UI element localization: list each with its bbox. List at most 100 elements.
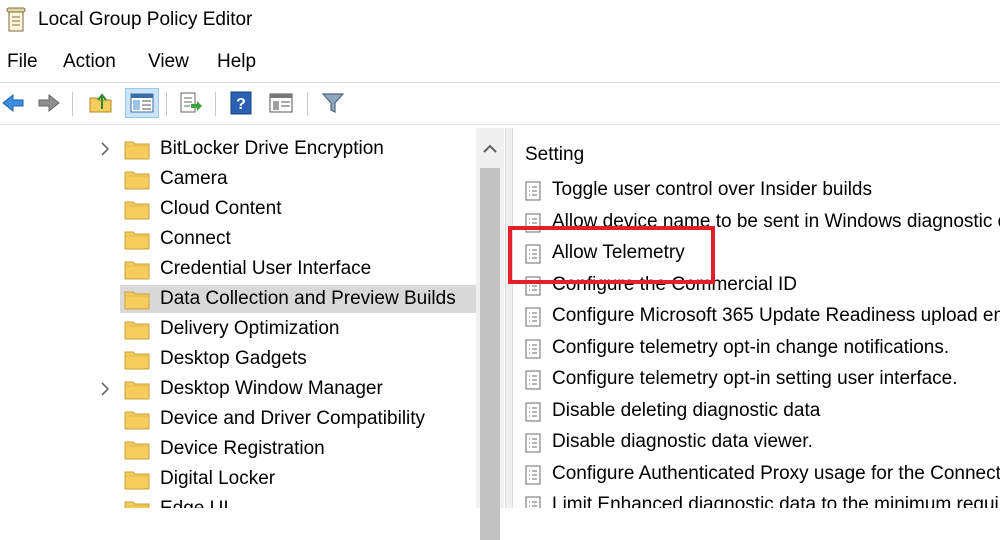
tree-item-label: BitLocker Drive Encryption	[160, 138, 384, 159]
setting-row[interactable]: Configure telemetry opt-in setting user …	[513, 363, 1000, 395]
policy-setting-icon	[525, 465, 541, 484]
help-icon: ?	[230, 91, 252, 115]
folder-icon	[124, 381, 150, 400]
window-title: Local Group Policy Editor	[38, 9, 253, 30]
setting-row[interactable]: Configure telemetry opt-in change notifi…	[513, 332, 1000, 364]
tree-item[interactable]: Device Registration	[0, 434, 476, 464]
setting-label: Disable deleting diagnostic data	[552, 399, 821, 421]
toolbar-separator	[166, 92, 167, 116]
menu-action[interactable]: Action	[63, 47, 116, 77]
show-hide-tree-icon	[130, 93, 154, 113]
setting-label: Limit Enhanced diagnostic data to the mi…	[552, 494, 1000, 508]
setting-label: Configure telemetry opt-in setting user …	[552, 368, 958, 389]
policy-setting-icon	[525, 181, 541, 201]
tree-item-label: Data Collection and Preview Builds	[160, 288, 456, 309]
setting-label: Configure Authenticated Proxy usage for …	[552, 462, 1000, 484]
back-icon	[2, 93, 24, 113]
tree-item-label: Desktop Window Manager	[160, 378, 383, 399]
tree-item[interactable]: Camera	[0, 164, 476, 194]
tree-item-label: Edge UI	[160, 494, 229, 508]
tree-item[interactable]: Delivery Optimization	[0, 314, 476, 344]
folder-icon	[124, 351, 150, 370]
policy-setting-icon	[525, 370, 541, 390]
toolbar-separator	[215, 92, 216, 116]
tree-item-label: Device Registration	[160, 438, 325, 459]
folder-icon	[124, 231, 150, 250]
tree-item[interactable]: Connect	[0, 224, 476, 254]
properties-button[interactable]	[268, 90, 294, 116]
setting-row[interactable]: Disable deleting diagnostic data	[513, 395, 1000, 427]
tree-item-label: Desktop Gadgets	[160, 348, 307, 369]
tree-item[interactable]: Digital Locker	[0, 464, 476, 494]
up-folder-icon	[89, 93, 112, 113]
setting-label: Toggle user control over Insider builds	[552, 179, 873, 200]
setting-column-header[interactable]: Setting	[525, 142, 584, 168]
folder-icon	[124, 141, 150, 160]
setting-row[interactable]: Configure Microsoft 365 Update Readiness…	[513, 300, 1000, 332]
toolbar-separator	[72, 92, 73, 116]
export-list-button[interactable]	[178, 90, 204, 116]
chevron-right-icon[interactable]	[98, 382, 112, 396]
policy-editor-icon	[6, 7, 26, 32]
menu-separator	[0, 82, 1000, 83]
toolbar-separator	[307, 92, 308, 116]
pane-splitter[interactable]	[505, 128, 513, 508]
toolbar: ?	[0, 84, 1000, 122]
properties-icon	[269, 93, 293, 113]
tree-item-label: Digital Locker	[160, 468, 276, 489]
menu-help[interactable]: Help	[217, 47, 256, 77]
tree-item-label: Cloud Content	[160, 198, 282, 219]
back-button[interactable]	[0, 90, 26, 116]
folder-icon	[124, 171, 150, 190]
folder-icon	[124, 411, 150, 430]
setting-label: Configure telemetry opt-in change notifi…	[552, 336, 950, 358]
tree-item[interactable]: Cloud Content	[0, 194, 476, 224]
setting-row[interactable]: Toggle user control over Insider builds	[513, 174, 1000, 206]
setting-row[interactable]: Configure Authenticated Proxy usage for …	[513, 458, 1000, 490]
setting-row[interactable]: Disable diagnostic data viewer.	[513, 426, 1000, 458]
tree-item[interactable]: BitLocker Drive Encryption	[0, 134, 476, 164]
settings-pane: Setting Toggle user control over Insider…	[513, 128, 1000, 508]
title-bar: Local Group Policy Editor	[0, 0, 1000, 40]
tree-item-label: Camera	[160, 168, 228, 189]
folder-icon	[124, 201, 150, 220]
menu-bar: File Action View Help	[0, 47, 1000, 77]
tree-item[interactable]: Desktop Window Manager	[0, 374, 476, 404]
tree-item[interactable]: Data Collection and Preview Builds	[0, 284, 476, 314]
menu-file[interactable]: File	[7, 47, 38, 77]
policy-setting-icon	[525, 433, 541, 453]
policy-setting-icon	[525, 339, 541, 358]
tree-item[interactable]: Edge UI	[0, 494, 476, 508]
help-button[interactable]: ?	[228, 90, 254, 116]
setting-label: Configure Microsoft 365 Update Readiness…	[552, 305, 1000, 326]
folder-icon	[124, 321, 150, 340]
scroll-thumb[interactable]	[480, 168, 500, 540]
folder-icon	[124, 441, 150, 460]
folder-icon	[124, 471, 150, 490]
filter-button[interactable]	[320, 90, 346, 116]
tree-item-label: Connect	[160, 228, 231, 249]
tree-scrollbar[interactable]	[476, 128, 504, 540]
show-hide-tree-button[interactable]	[125, 88, 159, 118]
filter-icon	[321, 93, 345, 113]
tree-item-label: Device and Driver Compatibility	[160, 408, 426, 429]
folder-icon	[124, 291, 150, 310]
chevron-right-icon[interactable]	[98, 142, 112, 156]
setting-row[interactable]: Limit Enhanced diagnostic data to the mi…	[513, 489, 1000, 508]
forward-icon	[38, 93, 60, 113]
policy-setting-icon	[525, 307, 541, 327]
folder-icon	[124, 261, 150, 280]
tree-item[interactable]: Device and Driver Compatibility	[0, 404, 476, 434]
tree-item[interactable]: Desktop Gadgets	[0, 344, 476, 374]
tree-item-label: Delivery Optimization	[160, 318, 340, 339]
scroll-up-icon[interactable]	[476, 138, 504, 160]
annotation-highlight-box	[508, 226, 715, 284]
menu-view[interactable]: View	[148, 47, 189, 77]
forward-button[interactable]	[36, 90, 62, 116]
svg-text:?: ?	[236, 96, 246, 113]
tree-pane: BitLocker Drive Encryption Camera Cloud Co…	[0, 128, 505, 508]
setting-label: Disable diagnostic data viewer.	[552, 431, 813, 452]
tree-item[interactable]: Credential User Interface	[0, 254, 476, 284]
up-one-level-button[interactable]	[88, 90, 114, 116]
toolbar-separator-line	[0, 124, 1000, 125]
